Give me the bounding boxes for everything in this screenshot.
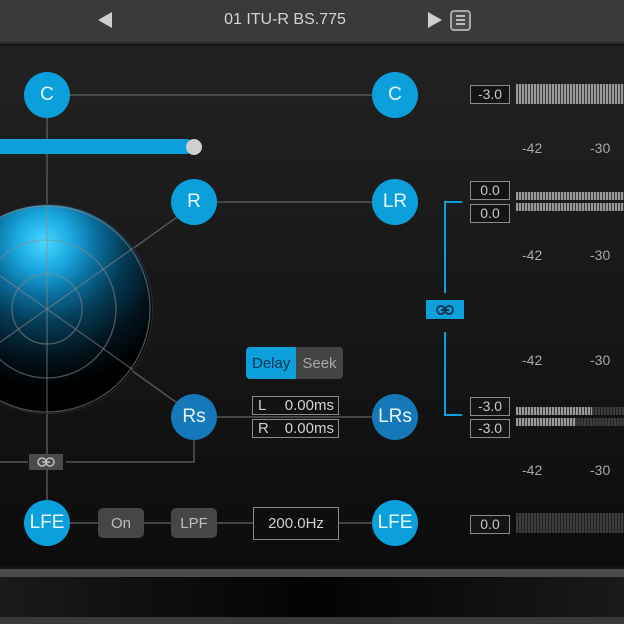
gain-field-lfe[interactable]: 0.0 xyxy=(470,515,510,534)
output-node-lfe[interactable]: LFE xyxy=(372,500,418,546)
delay-seek-toggle: Delay Seek xyxy=(246,347,343,379)
output-node-lr[interactable]: LR xyxy=(372,179,418,225)
scale-label: -42 xyxy=(522,140,543,156)
delay-right-value: 0.00ms xyxy=(284,420,334,437)
width-slider-fill xyxy=(0,139,194,154)
scale-label: -42 xyxy=(522,462,543,478)
delay-left-value: 0.00ms xyxy=(284,397,334,414)
gang-line-bottom-h xyxy=(444,414,462,416)
scale-label: -42 xyxy=(522,352,543,368)
radar-axis-left xyxy=(0,274,48,310)
delay-mode-button[interactable]: Delay xyxy=(246,347,297,379)
scale-label: -42 xyxy=(522,247,543,263)
meter-lrs-2 xyxy=(516,418,624,426)
link-icon xyxy=(37,457,55,467)
radar-axis-rear-right xyxy=(46,308,152,385)
surround-radar-display[interactable] xyxy=(0,205,152,413)
input-node-r[interactable]: R xyxy=(171,179,217,225)
lpf-cutoff-field[interactable]: 200.0Hz xyxy=(253,507,339,540)
radar-ring-outer xyxy=(0,205,151,413)
meter-lfe xyxy=(516,513,624,533)
radar-axis-rear-left xyxy=(0,308,48,344)
bottom-divider xyxy=(0,569,624,577)
scale-label: -30 xyxy=(590,462,611,478)
gang-line-top xyxy=(444,201,446,293)
gang-line-bottom xyxy=(444,332,446,416)
delay-right-field[interactable]: R 0.00ms xyxy=(252,419,339,438)
bottom-divider-2 xyxy=(0,617,624,624)
lfe-on-button[interactable]: On xyxy=(98,508,144,538)
meter-lr-2 xyxy=(516,203,624,211)
gain-link-button[interactable] xyxy=(426,300,464,319)
gain-field-lr-1[interactable]: 0.0 xyxy=(470,181,510,200)
delay-left-field[interactable]: L 0.00ms xyxy=(252,396,339,415)
delay-left-label: L xyxy=(258,397,267,414)
meter-lr-1 xyxy=(516,192,624,200)
input-node-rs[interactable]: Rs xyxy=(171,394,217,440)
seek-mode-button[interactable]: Seek xyxy=(296,347,343,379)
scale-label: -30 xyxy=(590,352,611,368)
scale-label: -30 xyxy=(590,140,611,156)
width-slider[interactable] xyxy=(0,138,202,155)
bottom-panel xyxy=(0,577,624,617)
gang-line-top-h xyxy=(444,201,462,203)
input-node-c[interactable]: C xyxy=(24,72,70,118)
scale-label: -30 xyxy=(590,247,611,263)
radar-ring-middle xyxy=(0,239,117,379)
gain-field-lrs-2[interactable]: -3.0 xyxy=(470,419,510,438)
gain-field-c[interactable]: -3.0 xyxy=(470,85,510,104)
width-slider-thumb[interactable] xyxy=(186,138,202,155)
surround-link-button[interactable] xyxy=(29,454,63,470)
delay-right-label: R xyxy=(258,420,269,437)
gain-field-lrs-1[interactable]: -3.0 xyxy=(470,397,510,416)
output-node-lrs[interactable]: LRs xyxy=(372,394,418,440)
input-node-lfe[interactable]: LFE xyxy=(24,500,70,546)
meter-c xyxy=(516,84,624,104)
radar-axis-right xyxy=(46,233,152,310)
lpf-button[interactable]: LPF xyxy=(171,508,217,538)
output-node-c[interactable]: C xyxy=(372,72,418,118)
gain-field-lr-2[interactable]: 0.0 xyxy=(470,204,510,223)
line-link-right xyxy=(66,440,195,463)
meter-lrs-1 xyxy=(516,407,624,415)
link-icon xyxy=(436,304,454,315)
